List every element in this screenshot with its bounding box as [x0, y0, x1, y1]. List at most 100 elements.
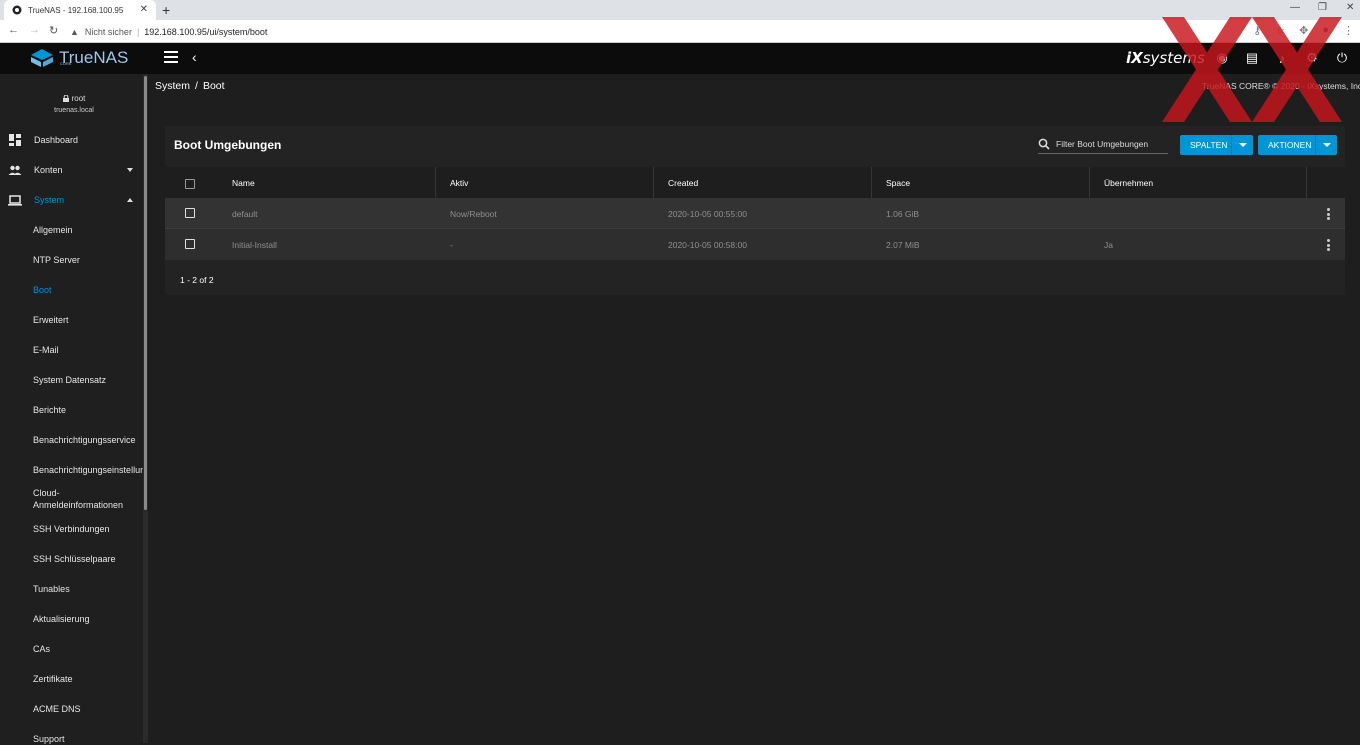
truecommand-icon[interactable]: ◉ — [1214, 50, 1230, 66]
table-header: Name Aktiv Created Space Übernehmen — [165, 167, 1345, 198]
column-divider — [435, 167, 436, 198]
sidebar-subitem-cas[interactable]: CAs — [33, 643, 148, 655]
truenas-logo[interactable]: TrueNAS — [30, 48, 128, 68]
row-checkbox[interactable] — [185, 208, 195, 218]
cell-name: default — [232, 208, 258, 219]
sidebar-subitem-ntp-server[interactable]: NTP Server — [33, 254, 148, 266]
profile-icon[interactable]: ● — [1322, 24, 1329, 37]
browser-menu-icon[interactable]: ⋮ — [1343, 24, 1354, 37]
sidebar-item-konten[interactable]: Konten — [0, 156, 143, 184]
sidebar-scrollbar-thumb[interactable] — [144, 76, 147, 510]
sidebar-subitem-berichte[interactable]: Berichte — [33, 404, 148, 416]
app-topbar: TrueNAS CORE ‹ iXsystems ◉ ▤ ♪ ⚙ ⏻ — [0, 43, 1360, 74]
sidebar: root truenas.local Dashboard Konten Syst… — [0, 74, 148, 745]
sidebar-subitem-acme-dns[interactable]: ACME DNS — [33, 703, 148, 715]
sidebar-subitem-ssh-schluesselpaare[interactable]: SSH Schlüsselpaare — [33, 553, 148, 565]
username-text: root — [71, 94, 86, 103]
logo-subtitle: CORE — [60, 61, 72, 66]
sidebar-subitem-benachrichtigungsservice[interactable]: Benachrichtigungsservice — [33, 434, 148, 446]
column-divider — [871, 167, 872, 198]
select-all-checkbox[interactable] — [185, 179, 195, 189]
dashboard-icon — [9, 134, 21, 146]
user-info: root truenas.local — [0, 94, 148, 114]
sidebar-subitem-allgemein[interactable]: Allgemein — [33, 224, 148, 236]
address-bar: ← → ↻ ▲ Nicht sicher | 192.168.100.95/ui… — [0, 20, 1360, 43]
reload-icon[interactable]: ↻ — [49, 24, 58, 37]
sidebar-subitem-boot[interactable]: Boot — [33, 284, 148, 296]
sidebar-subitem-ssh-verbindungen[interactable]: SSH Verbindungen — [33, 523, 148, 535]
menu-toggle-icon[interactable] — [164, 51, 178, 65]
laptop-icon — [8, 195, 22, 206]
search-icon — [1038, 138, 1050, 150]
new-tab-button[interactable]: + — [162, 2, 170, 18]
window-close-icon[interactable]: ✕ — [1346, 2, 1354, 13]
sidebar-subitem-support[interactable]: Support — [33, 733, 148, 745]
sidebar-item-label: Konten — [34, 165, 63, 175]
sidebar-subitem-benachrichtigungseinstellungen[interactable]: Benachrichtigungseinstellungen — [33, 464, 148, 476]
cell-space: 2.07 MiB — [886, 239, 920, 250]
actions-dropdown-icon[interactable] — [1315, 135, 1337, 155]
tab-close-icon[interactable]: ✕ — [140, 4, 148, 15]
columns-button[interactable]: SPALTEN — [1180, 135, 1253, 155]
vendor-logo-prefix: iX — [1126, 49, 1143, 67]
copyright-text: TrueNAS CORE® © 2020 - iXsystems, Inc — [1202, 81, 1360, 91]
vendor-logo-suffix: systems — [1142, 49, 1205, 67]
pagination-label: 1 - 2 of 2 — [180, 275, 214, 285]
column-header-name[interactable]: Name — [232, 167, 255, 198]
browser-tab-title: TrueNAS - 192.168.100.95 — [28, 5, 124, 15]
sidebar-item-dashboard[interactable]: Dashboard — [0, 126, 143, 154]
ixsystems-logo[interactable]: iXsystems — [1126, 49, 1205, 67]
column-divider — [1306, 167, 1307, 198]
restore-icon[interactable]: ❐ — [1318, 2, 1327, 13]
minimize-icon[interactable]: — — [1290, 2, 1300, 13]
table-row[interactable]: default Now/Reboot 2020-10-05 00:55:00 1… — [165, 198, 1345, 229]
columns-button-label: SPALTEN — [1190, 140, 1228, 150]
url-text: 192.168.100.95/ui/system/boot — [144, 26, 268, 37]
browser-forward-icon[interactable]: → — [29, 24, 40, 36]
cloud-label-line1: Cloud- — [33, 488, 60, 498]
row-menu-icon[interactable] — [1327, 239, 1330, 251]
cell-keep: Ja — [1104, 239, 1113, 250]
browser-tab[interactable]: TrueNAS - 192.168.100.95 ✕ — [4, 0, 156, 20]
sidebar-subitem-aktualisierung[interactable]: Aktualisierung — [33, 613, 148, 625]
key-icon[interactable]: ⚷ — [1253, 24, 1261, 37]
column-divider — [653, 167, 654, 198]
cell-space: 1.06 GiB — [886, 208, 920, 219]
sidebar-subitem-tunables[interactable]: Tunables — [33, 583, 148, 595]
row-checkbox[interactable] — [185, 239, 195, 249]
sidebar-item-system[interactable]: System — [0, 186, 143, 214]
filter-input[interactable] — [1056, 139, 1166, 149]
sidebar-subitem-system-datensatz[interactable]: System Datensatz — [33, 374, 148, 386]
sidebar-subitem-erweitert[interactable]: Erweitert — [33, 314, 148, 326]
table-row[interactable]: Initial-Install - 2020-10-05 00:58:00 2.… — [165, 229, 1345, 260]
sidebar-subitem-zertifikate[interactable]: Zertifikate — [33, 673, 148, 685]
column-header-uebernehmen[interactable]: Übernehmen — [1104, 167, 1153, 198]
row-menu-icon[interactable] — [1327, 208, 1330, 220]
breadcrumb-system[interactable]: System — [155, 80, 190, 92]
browser-back-icon[interactable]: ← — [8, 24, 19, 36]
power-icon[interactable]: ⏻ — [1334, 50, 1350, 66]
url-separator: | — [136, 26, 140, 37]
gear-icon[interactable]: ⚙ — [1304, 50, 1320, 66]
column-header-created[interactable]: Created — [668, 167, 698, 198]
clipboard-icon[interactable]: ▤ — [1244, 50, 1260, 66]
extension-icon[interactable]: ✥ — [1299, 24, 1308, 37]
columns-dropdown-icon[interactable] — [1231, 135, 1253, 155]
breadcrumb-separator: / — [195, 80, 198, 92]
url-field[interactable]: ▲ Nicht sicher | 192.168.100.95/ui/syste… — [70, 22, 1230, 41]
column-header-aktiv[interactable]: Aktiv — [450, 167, 468, 198]
collapse-chevron-icon[interactable]: ‹ — [192, 49, 197, 65]
expand-caret-icon — [127, 168, 133, 172]
username: root — [62, 94, 86, 103]
sidebar-item-label: System — [34, 195, 65, 205]
page-title: Boot Umgebungen — [174, 138, 282, 152]
hostname: truenas.local — [54, 107, 94, 114]
sidebar-subitem-email[interactable]: E-Mail — [33, 344, 148, 356]
column-header-space[interactable]: Space — [886, 167, 910, 198]
bell-icon[interactable]: ♪ — [1274, 50, 1290, 66]
lock-icon — [62, 95, 69, 102]
bookmark-star-icon[interactable]: ☆ — [1275, 24, 1285, 37]
sidebar-item-label: Dashboard — [34, 135, 79, 145]
sidebar-subitem-cloud-anmeldeinformationen[interactable]: Cloud- Anmeldeinformationen — [33, 487, 148, 511]
actions-button[interactable]: AKTIONEN — [1258, 135, 1337, 155]
